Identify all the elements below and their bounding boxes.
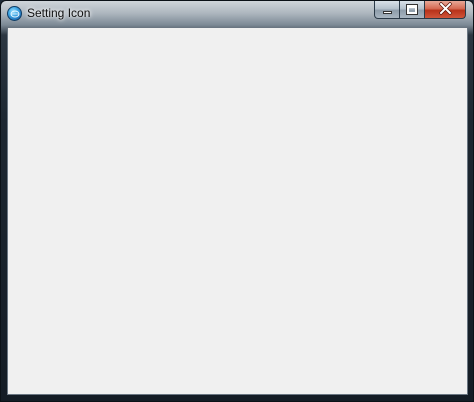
close-icon [439,2,452,15]
close-button[interactable] [425,1,466,19]
caption-buttons [374,1,466,19]
minimize-icon [383,11,392,14]
app-globe-icon[interactable] [7,6,22,21]
window-title: Setting Icon [27,6,91,20]
window-client-area [7,27,468,395]
title-bar[interactable]: Setting Icon [1,1,473,27]
minimize-button[interactable] [374,1,400,19]
maximize-button[interactable] [400,1,425,19]
application-window: Setting Icon [0,0,474,402]
maximize-icon [406,4,418,15]
